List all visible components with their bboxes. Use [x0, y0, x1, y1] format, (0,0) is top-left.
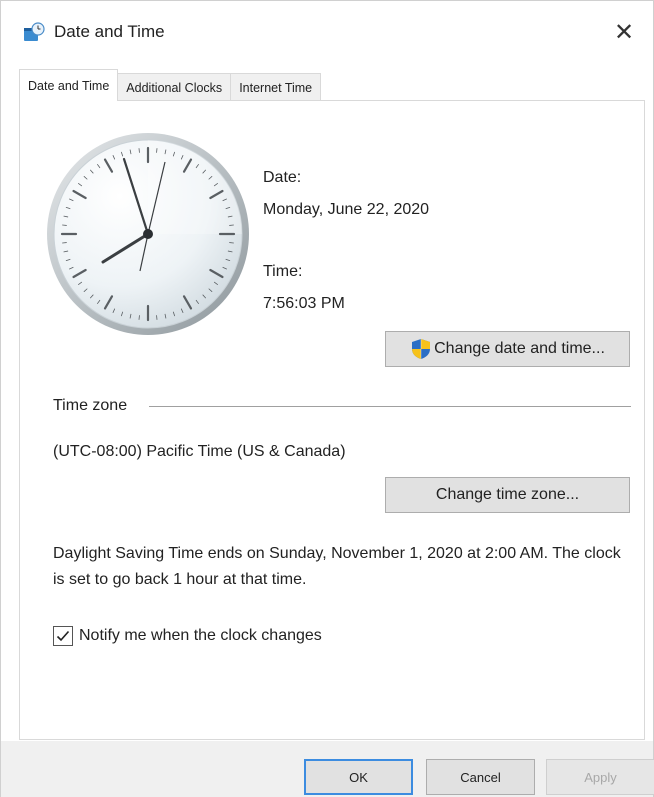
change-date-time-label: Change date and time...: [434, 340, 605, 357]
notify-checkbox[interactable]: [53, 626, 73, 646]
close-button[interactable]: ✕: [605, 13, 643, 51]
dst-message: Daylight Saving Time ends on Sunday, Nov…: [53, 545, 621, 588]
date-label: Date:: [263, 169, 302, 186]
timezone-value: (UTC-08:00) Pacific Time (US & Canada): [53, 443, 346, 460]
tab-internet-time[interactable]: Internet Time: [230, 73, 322, 101]
title-bar: Date and Time ✕: [1, 1, 653, 63]
timezone-group-label: Time zone: [53, 397, 128, 414]
notify-checkbox-label[interactable]: Notify me when the clock changes: [79, 627, 322, 645]
ok-button[interactable]: OK: [304, 759, 413, 795]
apply-button[interactable]: Apply: [546, 759, 654, 795]
analog-clock: [47, 133, 249, 335]
tab-date-and-time[interactable]: Date and Time: [19, 69, 119, 101]
tab-strip: Date and Time Additional Clocks Internet…: [19, 69, 322, 101]
time-value: 7:56:03 PM: [263, 295, 345, 312]
date-value: Monday, June 22, 2020: [263, 201, 430, 218]
window-title: Date and Time: [54, 22, 165, 41]
tab-additional-clocks[interactable]: Additional Clocks: [117, 73, 232, 101]
checkmark-icon: [56, 630, 70, 642]
change-date-time-button[interactable]: Change date and time...: [385, 331, 630, 367]
cancel-button[interactable]: Cancel: [426, 759, 535, 795]
change-time-zone-label: Change time zone...: [435, 486, 580, 503]
shield-icon: [412, 339, 431, 359]
date-time-dialog: Date and Time ✕ Date and Time Additional…: [0, 0, 654, 797]
group-divider: [149, 406, 631, 407]
change-time-zone-button[interactable]: Change time zone...: [385, 477, 630, 513]
close-icon: ✕: [613, 18, 635, 46]
time-label: Time:: [263, 263, 303, 280]
date-time-icon: [24, 22, 45, 41]
